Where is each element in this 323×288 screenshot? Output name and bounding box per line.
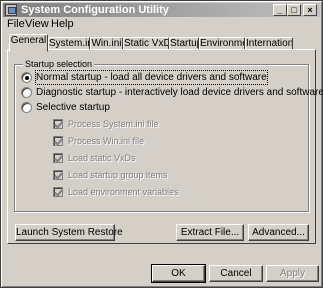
checkbox: [53, 153, 63, 163]
tab-strip: General System.ini Win.ini Static VxDs S…: [7, 34, 307, 52]
checkbox: [53, 187, 63, 197]
checkbox: [53, 119, 63, 129]
cancel-button[interactable]: Cancel: [209, 265, 263, 282]
launch-system-restore-button[interactable]: Launch System Restore: [15, 224, 123, 241]
ok-button[interactable]: OK: [151, 264, 206, 283]
checkbox: [53, 136, 63, 146]
apply-button: Apply: [266, 265, 319, 282]
computer-icon[interactable]: [5, 4, 17, 16]
selective-startup-option[interactable]: Selective startup: [21, 101, 306, 114]
startup-selection-group: Startup selection Normal startup - load …: [14, 58, 323, 212]
normal-startup-option[interactable]: Normal startup - load all device drivers…: [21, 70, 306, 85]
option-label: Process Win.ini file: [68, 136, 145, 146]
menu-view[interactable]: View: [25, 18, 49, 31]
tab-general[interactable]: General: [9, 34, 48, 52]
process-system-ini-option: Process System.ini file: [53, 118, 253, 130]
extract-file-button[interactable]: Extract File...: [176, 224, 244, 241]
load-static-vxds-option: Load static VxDs: [53, 152, 253, 164]
menu-help[interactable]: Help: [51, 18, 74, 31]
title-bar[interactable]: System Configuration Utility _ □ ×: [3, 3, 320, 17]
group-title: Startup selection: [23, 58, 95, 70]
radio-button[interactable]: [21, 72, 32, 83]
advanced-button[interactable]: Advanced...: [248, 224, 309, 241]
window-title: System Configuration Utility: [21, 4, 169, 16]
option-label: Diagnostic startup - interactively load …: [36, 87, 323, 98]
option-label: Load static VxDs: [68, 153, 136, 163]
checkbox: [53, 170, 63, 180]
general-tab-panel: Startup selection Normal startup - load …: [7, 49, 323, 244]
option-label: Normal startup - load all device drivers…: [35, 70, 268, 85]
radio-button[interactable]: [21, 102, 32, 113]
system-configuration-window: System Configuration Utility _ □ × File …: [0, 0, 323, 288]
menu-file[interactable]: File: [7, 18, 25, 31]
option-label: Selective startup: [36, 102, 110, 113]
minimize-button[interactable]: _: [273, 4, 287, 16]
option-label: Load startup group items: [68, 170, 168, 180]
maximize-button[interactable]: □: [287, 4, 301, 16]
load-startup-group-option: Load startup group items: [53, 169, 253, 181]
option-label: Load environment variables: [68, 187, 179, 197]
radio-button[interactable]: [21, 87, 32, 98]
diagnostic-startup-option[interactable]: Diagnostic startup - interactively load …: [21, 86, 323, 99]
close-button[interactable]: ×: [303, 4, 317, 16]
process-win-ini-option: Process Win.ini file: [53, 135, 253, 147]
load-environment-variables-option: Load environment variables: [53, 186, 253, 198]
menu-bar: File View Help: [3, 18, 320, 31]
option-label: Process System.ini file: [68, 119, 159, 129]
